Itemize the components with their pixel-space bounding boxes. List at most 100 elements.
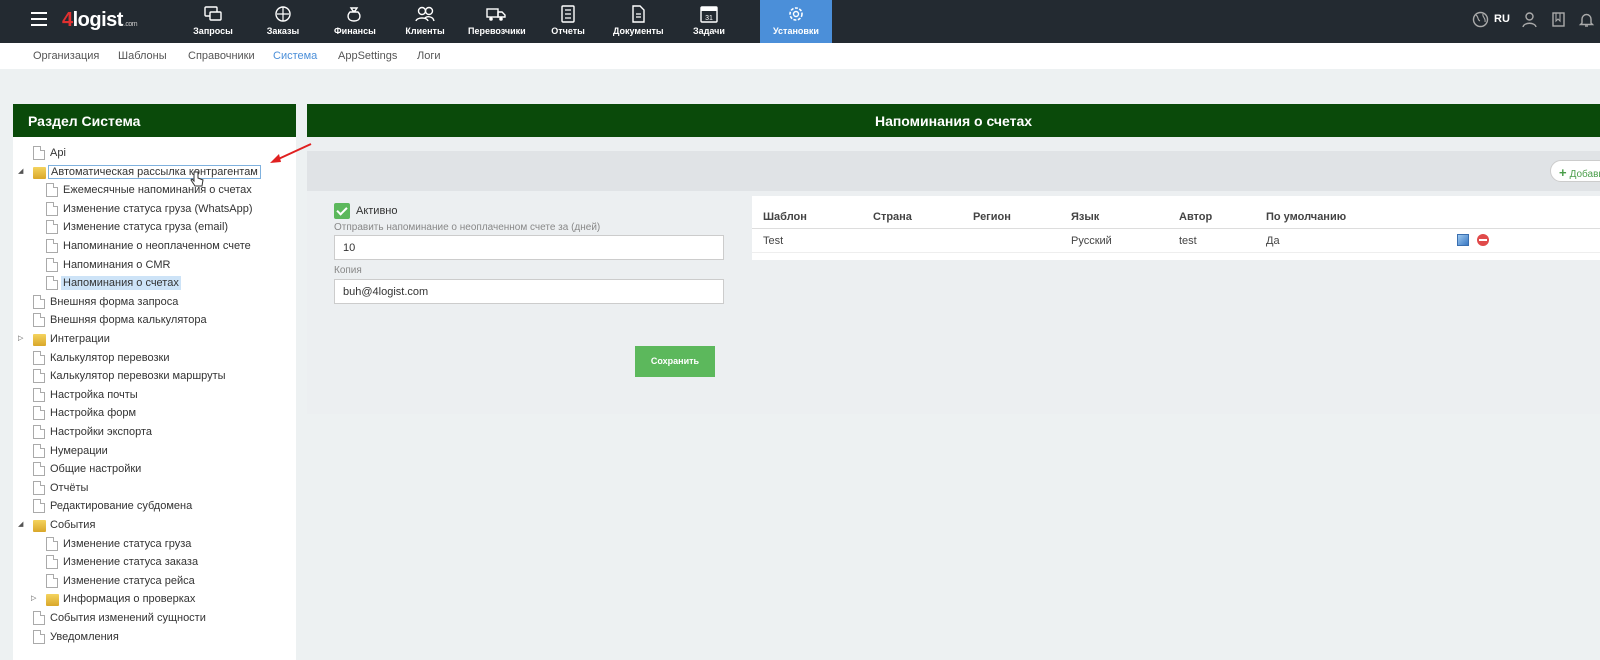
documents-icon xyxy=(632,5,645,23)
bell-icon[interactable] xyxy=(1578,11,1595,31)
nav-finance[interactable]: Финансы xyxy=(334,0,376,43)
nav-clients[interactable]: Клиенты xyxy=(405,0,445,43)
templates-table: Шаблон Страна Регион Язык Автор По умолч… xyxy=(752,196,1600,260)
subnav-appsettings[interactable]: AppSettings xyxy=(338,50,397,62)
tree-item-label[interactable]: Напоминания о счетах xyxy=(61,276,181,291)
document-icon xyxy=(33,480,45,495)
tree-item-label[interactable]: Ежемесячные напоминания о счетах xyxy=(61,183,254,197)
plus-icon: + xyxy=(1559,165,1567,180)
tree-item-label[interactable]: Автоматическая рассылка контрагентам xyxy=(48,164,261,179)
tree-item-label[interactable]: Изменение статуса груза (WhatsApp) xyxy=(61,202,255,216)
panel-title: Раздел Система xyxy=(13,104,296,137)
cell-default: Да xyxy=(1266,235,1280,247)
col-template[interactable]: Шаблон xyxy=(763,211,807,223)
tree-item-label[interactable]: Изменение статуса груза (email) xyxy=(61,220,230,234)
copy-email-input[interactable] xyxy=(334,279,724,304)
hand-cursor-icon xyxy=(190,171,204,187)
tree-item-label[interactable]: Отчёты xyxy=(48,481,90,495)
subnav-templates[interactable]: Шаблоны xyxy=(118,50,167,62)
tree-item-label[interactable]: Напоминание о неоплаченном счете xyxy=(61,239,253,253)
carriers-icon xyxy=(486,8,506,21)
tree-item-label[interactable]: Напоминания о CMR xyxy=(61,258,173,272)
col-default[interactable]: По умолчанию xyxy=(1266,211,1346,223)
nav-documents[interactable]: Документы xyxy=(613,0,664,43)
document-icon xyxy=(46,573,58,588)
table-row[interactable]: Test Русский test Да xyxy=(752,229,1600,253)
tree-item-label[interactable]: Калькулятор перевозки xyxy=(48,351,171,365)
document-icon xyxy=(46,201,58,216)
language-selector[interactable]: RU xyxy=(1494,13,1510,25)
edit-icon[interactable] xyxy=(1457,234,1469,246)
tree-item-label[interactable]: Калькулятор перевозки маршруты xyxy=(48,369,228,383)
document-icon xyxy=(33,313,45,328)
document-icon xyxy=(33,350,45,365)
settings-panel: Напоминания о счетах +Добавить Активно О… xyxy=(307,104,1600,414)
orders-icon xyxy=(275,6,291,22)
tree-item-label[interactable]: Внешняя форма запроса xyxy=(48,295,180,309)
active-checkbox[interactable] xyxy=(334,203,350,219)
tasks-icon: 31 xyxy=(700,6,718,23)
tree-item-label[interactable]: Информация о проверках xyxy=(61,592,197,606)
subnav-references[interactable]: Справочники xyxy=(188,50,255,62)
document-icon xyxy=(33,369,45,384)
copy-label: Копия xyxy=(334,265,362,276)
document-icon xyxy=(33,499,45,514)
nav-orders[interactable]: Заказы xyxy=(263,0,303,43)
subnav-organization[interactable]: Организация xyxy=(33,50,99,62)
document-icon xyxy=(33,406,45,421)
days-label: Отправить напоминание о неоплаченном сче… xyxy=(334,222,601,233)
globe-icon[interactable] xyxy=(1472,11,1489,31)
top-navbar: 4logist.com Запросы Заказы Финансы Клиен… xyxy=(0,0,1600,43)
tree-item-label[interactable]: Настройка почты xyxy=(48,388,140,402)
document-icon xyxy=(33,425,45,439)
active-label: Активно xyxy=(356,205,398,217)
tree-item-label[interactable]: Интеграции xyxy=(48,332,112,346)
nav-carriers[interactable]: Перевозчики xyxy=(468,0,526,43)
logo[interactable]: 4logist.com xyxy=(62,9,138,32)
folder-icon xyxy=(33,334,46,346)
user-icon[interactable] xyxy=(1521,11,1538,31)
nav-settings[interactable]: Установки xyxy=(760,0,832,43)
nav-requests[interactable]: Запросы xyxy=(193,0,233,43)
settings-title: Напоминания о счетах xyxy=(307,104,1600,137)
tree-item-label[interactable]: События xyxy=(48,518,97,532)
nav-reports[interactable]: Отчеты xyxy=(548,0,588,43)
tree-item-label[interactable]: Уведомления xyxy=(48,630,121,644)
collapse-icon[interactable]: ◢ xyxy=(18,521,26,529)
col-country[interactable]: Страна xyxy=(873,211,912,223)
tree-item-label[interactable]: Редактирование субдомена xyxy=(48,499,194,513)
col-language[interactable]: Язык xyxy=(1071,211,1099,223)
nav-tasks[interactable]: 31 Задачи xyxy=(689,0,729,43)
tree-item-label[interactable]: Внешняя форма калькулятора xyxy=(48,313,209,327)
expand-icon[interactable]: ▷ xyxy=(31,595,39,603)
cell-author: test xyxy=(1179,235,1197,247)
document-icon xyxy=(46,183,58,198)
book-icon[interactable] xyxy=(1550,11,1567,31)
tree-item-label[interactable]: Изменение статуса заказа xyxy=(61,555,200,569)
tree-item-label[interactable]: Изменение статуса груза xyxy=(61,537,193,551)
days-input[interactable] xyxy=(334,235,724,260)
tree-item-label[interactable]: Нумерации xyxy=(48,444,110,458)
document-icon xyxy=(33,294,45,309)
menu-icon[interactable] xyxy=(31,12,47,26)
col-region[interactable]: Регион xyxy=(973,211,1011,223)
col-author[interactable]: Автор xyxy=(1179,211,1212,223)
expand-icon[interactable]: ▷ xyxy=(18,335,26,343)
svg-text:31: 31 xyxy=(705,15,713,22)
add-button[interactable]: +Добавить xyxy=(1550,160,1600,182)
requests-icon xyxy=(204,6,222,21)
tree-item-label[interactable]: Изменение статуса рейса xyxy=(61,574,197,588)
tree-item-label[interactable]: Настройка форм xyxy=(48,406,138,420)
subnav-logs[interactable]: Логи xyxy=(417,50,441,62)
collapse-icon[interactable]: ◢ xyxy=(18,168,26,176)
document-icon xyxy=(46,257,58,272)
tree-item-label[interactable]: Api xyxy=(48,146,68,160)
tree-item-label[interactable]: Настройки экспорта xyxy=(48,425,154,439)
tree-item-label[interactable]: События изменений сущности xyxy=(48,611,208,625)
tree-item-label[interactable]: Общие настройки xyxy=(48,462,143,476)
reports-icon xyxy=(561,5,575,23)
document-icon xyxy=(46,536,58,551)
delete-icon[interactable] xyxy=(1477,234,1489,246)
subnav-system[interactable]: Система xyxy=(273,50,317,62)
save-button[interactable]: Сохранить xyxy=(635,346,715,377)
